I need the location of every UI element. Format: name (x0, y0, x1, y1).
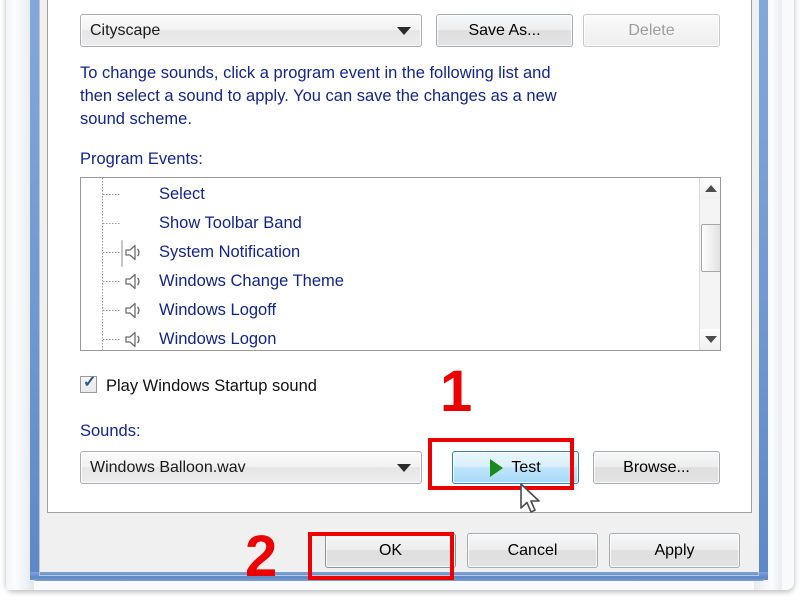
play-triangle-icon (490, 458, 504, 477)
program-event-row[interactable]: Select (81, 180, 698, 209)
sound-scheme-value: Cityscape (90, 21, 161, 39)
sound-file-value: Windows Balloon.wav (90, 458, 246, 476)
cancel-button[interactable]: Cancel (467, 533, 598, 568)
program-event-label: Select (159, 185, 205, 203)
program-events-list: Select Show Toolbar Band System Notificati… (81, 180, 698, 350)
speaker-icon (125, 244, 140, 261)
program-event-label: Windows Logon (159, 330, 277, 348)
chevron-down-icon-2[interactable] (387, 452, 421, 483)
listbox-scrollbar[interactable] (699, 178, 720, 350)
sounds-label: Sounds: (80, 422, 141, 440)
program-event-row[interactable]: Show Toolbar Band (81, 209, 698, 238)
program-event-label: System Notification (159, 243, 301, 261)
speaker-icon (125, 273, 140, 290)
sounds-tab-panel: Cityscape Save As... Delete To change so… (47, 0, 752, 513)
delete-button[interactable]: Delete (583, 14, 720, 47)
program-event-row[interactable]: Windows Change Theme (81, 267, 698, 296)
apply-button[interactable]: Apply (609, 533, 740, 568)
description-line-2: then select a sound to apply. You can sa… (80, 87, 557, 105)
tree-connector (103, 310, 120, 311)
browse-button[interactable]: Browse... (593, 451, 720, 484)
program-event-row[interactable]: Windows Logoff (81, 296, 698, 325)
selected-row-highlight (121, 240, 123, 267)
sound-file-combobox[interactable]: Windows Balloon.wav (80, 451, 422, 484)
program-event-row[interactable]: Windows Logon (81, 325, 698, 350)
screenshot-root: Cityscape Save As... Delete To change so… (0, 0, 800, 600)
chevron-down-icon[interactable] (387, 15, 421, 46)
sound-scheme-combobox[interactable]: Cityscape (80, 14, 422, 47)
ok-button[interactable]: OK (325, 533, 456, 568)
scroll-down-arrow-icon[interactable] (700, 329, 720, 350)
tree-connector (103, 252, 120, 253)
save-as-button[interactable]: Save As... (436, 14, 573, 47)
tree-connector (103, 194, 120, 195)
sound-dialog-body: Cityscape Save As... Delete To change so… (40, 0, 759, 572)
window-border-accent-right (759, 0, 768, 580)
program-events-label: Program Events: (80, 150, 203, 168)
play-startup-sound-checkbox[interactable]: ✓ (80, 374, 97, 393)
program-event-label: Windows Change Theme (159, 272, 344, 290)
window-border-accent-left (30, 0, 39, 580)
checkmark-icon: ✓ (83, 374, 97, 391)
tree-connector (103, 339, 120, 340)
description-line-3: sound scheme. (80, 110, 192, 128)
test-button[interactable]: Test (452, 451, 579, 484)
tree-connector (103, 281, 120, 282)
speaker-icon (125, 331, 140, 348)
program-events-listbox[interactable]: Select Show Toolbar Band System Notificati… (80, 177, 721, 351)
scrollbar-thumb[interactable] (701, 224, 720, 272)
play-startup-sound-label: Play Windows Startup sound (106, 377, 317, 395)
play-startup-sound-checkbox-row[interactable]: ✓ Play Windows Startup sound (80, 375, 440, 397)
program-event-row[interactable]: System Notification (81, 238, 698, 267)
description-line-1: To change sounds, click a program event … (80, 64, 551, 82)
scroll-up-arrow-icon[interactable] (700, 178, 720, 199)
program-event-label: Show Toolbar Band (159, 214, 302, 232)
tree-connector (103, 223, 120, 224)
program-event-label: Windows Logoff (159, 301, 277, 319)
test-button-label: Test (511, 458, 541, 476)
speaker-icon (125, 302, 140, 319)
